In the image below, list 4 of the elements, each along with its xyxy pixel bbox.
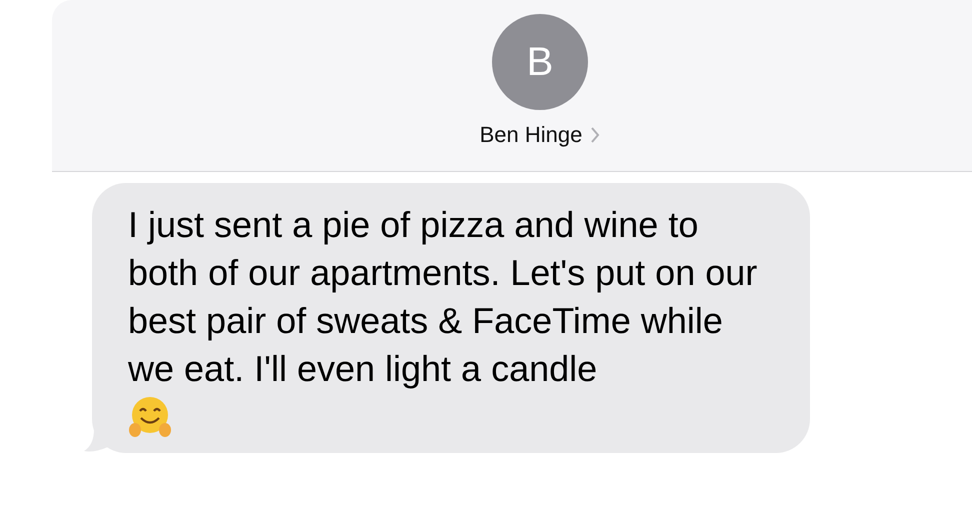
contact-name[interactable]: Ben Hinge (480, 122, 582, 148)
chevron-right-icon[interactable] (590, 126, 600, 144)
hugging-emoji-icon (128, 395, 172, 439)
message-text: I just sent a pie of pizza and wine to both of our apartments. Let's put on our best pair of sweats & FaceTime while we eat. I'll even light a candle (128, 203, 758, 391)
